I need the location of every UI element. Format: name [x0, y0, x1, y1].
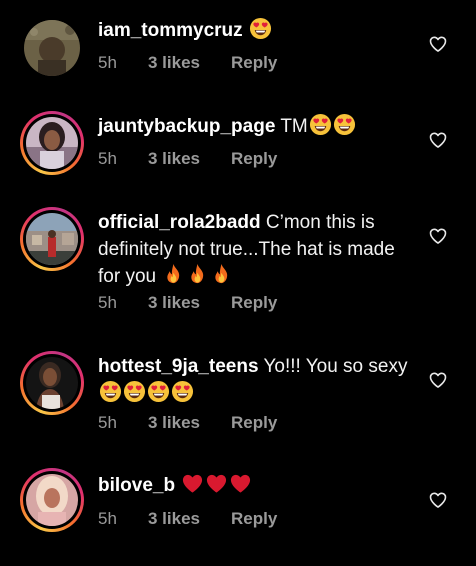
- avatar[interactable]: [20, 16, 84, 80]
- fire-emoji-icon: [162, 263, 185, 294]
- comment-meta: 5h 3 likes Reply: [98, 413, 277, 433]
- fire-emoji-icon: [186, 263, 209, 294]
- comment-username[interactable]: bilove_b: [98, 475, 175, 496]
- comment-time: 5h: [98, 149, 117, 168]
- comment-text: Yo!!! You so sexy: [263, 356, 408, 377]
- reply-button[interactable]: Reply: [231, 293, 277, 313]
- heart-eyes-emoji-icon: [333, 113, 356, 144]
- heart-eyes-emoji-icon: [309, 113, 332, 144]
- avatar-story-ring[interactable]: [20, 468, 84, 532]
- red-heart-emoji-icon: [205, 472, 228, 503]
- comment-time: 5h: [98, 509, 117, 528]
- reply-button[interactable]: Reply: [231, 413, 277, 433]
- avatar-story-ring[interactable]: [20, 111, 84, 175]
- comment-body: hottest_9ja_teens Yo!!! You so sexy: [98, 353, 408, 411]
- heart-eyes-emoji-icon: [171, 380, 194, 411]
- reply-button[interactable]: Reply: [231, 509, 277, 529]
- fire-emoji-icon: [210, 263, 233, 294]
- comment-time: 5h: [98, 53, 117, 72]
- comment-body: official_rola2badd C’mon this is definit…: [98, 209, 408, 294]
- comment-username[interactable]: official_rola2badd: [98, 212, 261, 233]
- heart-eyes-emoji-icon: [147, 380, 170, 411]
- reply-button[interactable]: Reply: [231, 53, 277, 73]
- avatar-story-ring[interactable]: [20, 351, 84, 415]
- reply-button[interactable]: Reply: [231, 149, 277, 169]
- comment-text: TM: [280, 116, 308, 137]
- comment-meta: 5h 3 likes Reply: [98, 149, 277, 169]
- comment-likes-count[interactable]: 3 likes: [148, 53, 231, 73]
- comment-body: jauntybackup_page TM: [98, 113, 408, 144]
- comment-body: bilove_b: [98, 472, 408, 503]
- like-heart-icon[interactable]: [428, 370, 448, 390]
- comment-likes-count[interactable]: 3 likes: [148, 293, 231, 313]
- avatar-story-ring[interactable]: [20, 207, 84, 271]
- like-heart-icon[interactable]: [428, 130, 448, 150]
- comment-meta: 5h 3 likes Reply: [98, 509, 277, 529]
- comment-time: 5h: [98, 413, 117, 432]
- red-heart-emoji-icon: [181, 472, 204, 503]
- heart-eyes-emoji-icon: [123, 380, 146, 411]
- comment-likes-count[interactable]: 3 likes: [148, 413, 231, 433]
- comment-likes-count[interactable]: 3 likes: [148, 149, 231, 169]
- like-heart-icon[interactable]: [428, 490, 448, 510]
- heart-eyes-emoji-icon: [99, 380, 122, 411]
- red-heart-emoji-icon: [229, 472, 252, 503]
- like-heart-icon[interactable]: [428, 34, 448, 54]
- like-heart-icon[interactable]: [428, 226, 448, 246]
- comment-username[interactable]: iam_tommycruz: [98, 20, 243, 41]
- heart-eyes-emoji-icon: [249, 17, 272, 48]
- comment-body: iam_tommycruz: [98, 17, 408, 48]
- comment-time: 5h: [98, 293, 117, 312]
- comment-meta: 5h 3 likes Reply: [98, 293, 277, 313]
- comment-likes-count[interactable]: 3 likes: [148, 509, 231, 529]
- comment-meta: 5h 3 likes Reply: [98, 53, 277, 73]
- comment-username[interactable]: jauntybackup_page: [98, 116, 275, 137]
- comment-username[interactable]: hottest_9ja_teens: [98, 356, 259, 377]
